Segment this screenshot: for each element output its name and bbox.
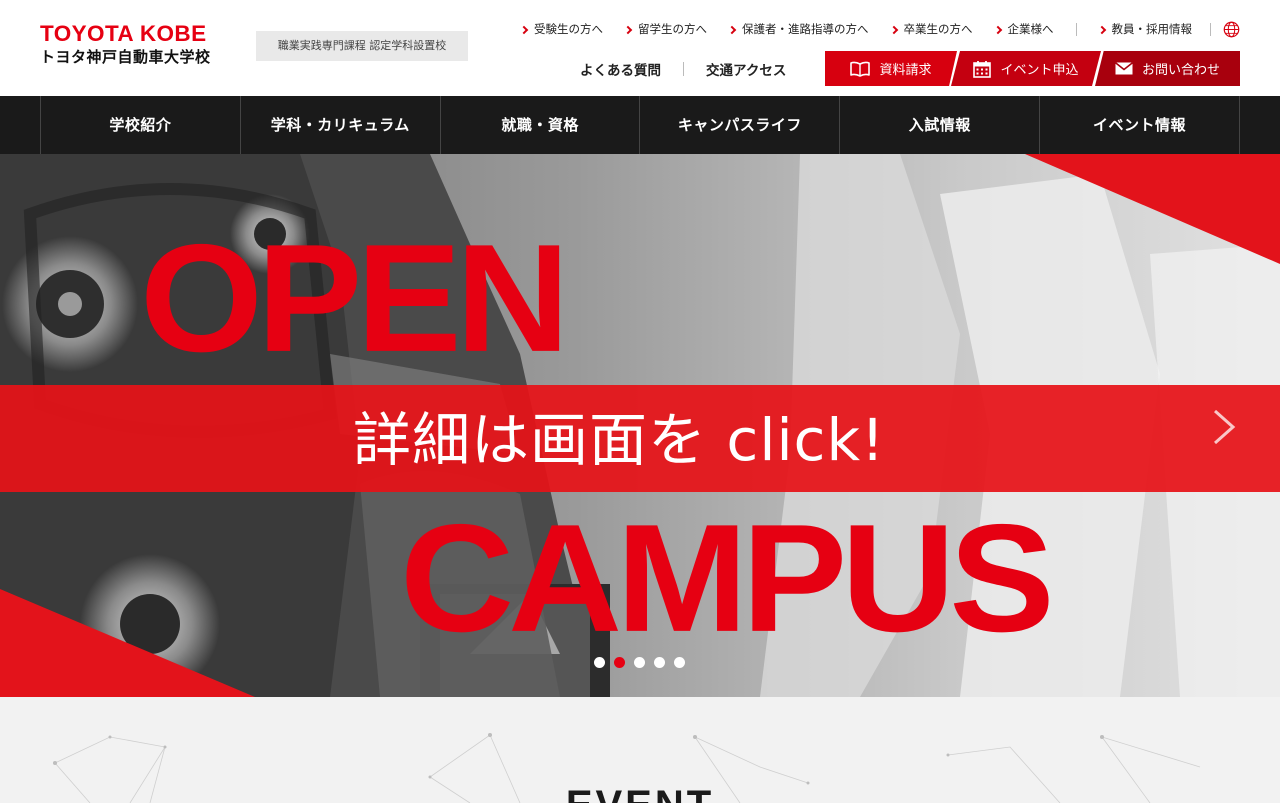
divider <box>1075 22 1077 36</box>
chevron-right-icon <box>623 25 633 34</box>
cta-group: 資料請求 イベント申込 お問い合わせ <box>825 51 1240 86</box>
hero-title-bottom: CAMPUS <box>400 493 1055 664</box>
util-link-companies[interactable]: 企業様へ <box>993 21 1054 37</box>
util-link-alumni[interactable]: 卒業生の方へ <box>889 21 973 37</box>
sub-nav: よくある質問 交通アクセス <box>580 51 786 87</box>
hero-title-top: OPEN <box>140 213 570 384</box>
corner-accent <box>1025 154 1280 264</box>
brochure-request-button[interactable]: 資料請求 <box>825 51 957 86</box>
event-section: EVENT <box>0 697 1280 803</box>
slider-dot[interactable] <box>634 657 645 668</box>
nav-item-events[interactable]: イベント情報 <box>1040 96 1240 154</box>
hero-band-text: 詳細は画面を click! <box>353 406 886 474</box>
nav-item-admissions[interactable]: 入試情報 <box>840 96 1041 154</box>
nav-item-courses[interactable]: 学科・カリキュラム <box>241 96 441 154</box>
logo-japanese: トヨタ神戸自動車大学校 <box>40 48 211 66</box>
util-link-applicants[interactable]: 受験生の方へ <box>519 21 603 37</box>
slider-dot[interactable] <box>594 657 605 668</box>
site-logo[interactable]: TOYOTA KOBE トヨタ神戸自動車大学校 <box>40 22 230 70</box>
chevron-right-icon <box>993 25 1002 34</box>
faq-link[interactable]: よくある質問 <box>580 59 661 79</box>
event-heading: EVENT <box>0 785 1280 803</box>
util-link-parents[interactable]: 保護者・進路指導の方へ <box>727 21 869 37</box>
mail-icon <box>1114 62 1133 75</box>
site-header: TOYOTA KOBE トヨタ神戸自動車大学校 職業実践専門課程 認定学科設置校… <box>0 0 1280 96</box>
slider-pagination <box>594 657 694 668</box>
corner-accent <box>0 589 255 697</box>
book-icon <box>850 61 871 77</box>
access-link[interactable]: 交通アクセス <box>706 59 786 79</box>
calendar-icon <box>973 60 992 78</box>
chevron-right-icon[interactable] <box>1210 408 1238 446</box>
nav-item-careers[interactable]: 就職・資格 <box>441 96 641 154</box>
divider <box>1210 22 1211 36</box>
util-link-staff[interactable]: 教員・採用情報 <box>1097 21 1192 37</box>
accreditation-badge: 職業実践専門課程 認定学科設置校 <box>256 31 468 61</box>
chevron-right-icon <box>889 25 898 34</box>
slider-dot[interactable] <box>654 657 665 668</box>
utility-nav: 受験生の方へ 留学生の方へ 保護者・進路指導の方へ 卒業生の方へ 企業様へ 教員… <box>499 18 1240 40</box>
nav-item-about[interactable]: 学校紹介 <box>41 96 241 154</box>
globe-icon[interactable] <box>1223 21 1240 38</box>
slider-dot-active[interactable] <box>614 657 625 668</box>
divider <box>683 62 684 76</box>
event-application-button[interactable]: イベント申込 <box>951 51 1101 86</box>
util-link-international[interactable]: 留学生の方へ <box>623 21 707 37</box>
global-nav: 学校紹介 学科・カリキュラム 就職・資格 キャンパスライフ 入試情報 イベント情… <box>0 96 1280 154</box>
chevron-right-icon <box>727 25 737 34</box>
hero-slider[interactable]: OPEN 詳細は画面を click! CAMPUS <box>0 154 1280 697</box>
chevron-right-icon <box>519 25 529 34</box>
chevron-right-icon <box>1097 25 1106 34</box>
nav-item-campus-life[interactable]: キャンパスライフ <box>640 96 841 154</box>
contact-button[interactable]: お問い合わせ <box>1095 51 1240 86</box>
global-nav-list: 学校紹介 学科・カリキュラム 就職・資格 キャンパスライフ 入試情報 イベント情… <box>40 96 1240 154</box>
logo-english: TOYOTA KOBE <box>40 21 207 46</box>
slider-dot[interactable] <box>674 657 685 668</box>
